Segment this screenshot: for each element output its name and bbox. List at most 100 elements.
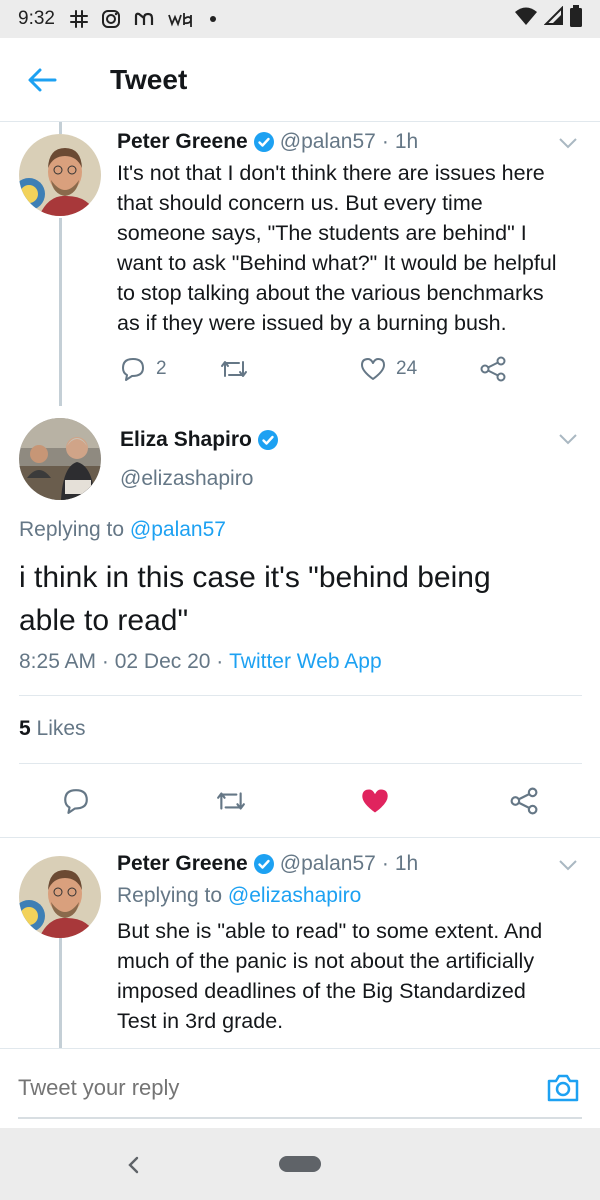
arrow-left-icon (28, 68, 57, 91)
likes-summary[interactable]: 5 Likes (19, 717, 86, 741)
reply-input-underline (18, 1117, 582, 1119)
tweet-text-line: i think in this case it's "behind being (19, 561, 491, 594)
tweet-text-line: someone says, "The students are behind" … (117, 221, 527, 245)
tweet-meta: 8:25 AM · 02 Dec 20 · Twitter Web App (19, 650, 382, 674)
tweet-text-line: imposed deadlines of the Big Standardize… (117, 979, 526, 1003)
replying-to: Replying to @elizashapiro (117, 884, 361, 908)
tweet-actions: 2 24 (120, 354, 520, 384)
tweet-menu-button[interactable] (558, 858, 578, 872)
divider (19, 695, 582, 696)
avatar-eliza-shapiro (19, 418, 101, 500)
like-button-active[interactable] (360, 787, 390, 815)
tweet-source-link[interactable]: Twitter Web App (229, 650, 382, 674)
author-handle[interactable]: @elizashapiro (120, 467, 253, 491)
divider (0, 837, 600, 838)
separator-dot: · (381, 852, 389, 875)
camera-icon (547, 1074, 579, 1102)
instagram-icon (101, 9, 121, 29)
author-name[interactable]: Peter Greene (117, 130, 248, 154)
tweet-text-line: But she is "able to read" to some extent… (117, 919, 543, 943)
tweet-text-line: that should concern us. But every time (117, 191, 483, 215)
likes-label: Likes (36, 717, 86, 740)
app-header: Tweet (0, 38, 600, 122)
tweet-text-line: to stop talking about the various benchm… (117, 281, 544, 305)
like-count: 24 (396, 358, 418, 379)
tweet-text: It's not that I don't think there are is… (117, 158, 587, 338)
replying-to-link[interactable]: @elizashapiro (228, 884, 361, 908)
nav-home-pill[interactable] (279, 1156, 321, 1172)
reply-icon (122, 358, 144, 381)
notification-dot-icon (209, 15, 217, 23)
reply-input[interactable] (18, 1075, 498, 1101)
camera-button[interactable] (546, 1073, 580, 1108)
reply-composer (0, 1048, 600, 1128)
share-button[interactable] (480, 356, 506, 382)
divider (19, 763, 582, 764)
avatar[interactable] (19, 134, 101, 216)
retweet-icon (221, 361, 247, 377)
system-nav-bar (0, 1128, 600, 1200)
retweet-button[interactable] (220, 358, 248, 380)
avatar-peter-greene (19, 134, 101, 216)
tweet-header: Peter Greene @palan57 · 1h (117, 130, 418, 154)
tweet-text: But she is "able to read" to some extent… (117, 916, 587, 1036)
reply-button[interactable] (62, 787, 90, 815)
thread-line-top (59, 122, 62, 134)
tweet-text: i think in this case it's "behind being … (19, 556, 589, 642)
back-button[interactable] (0, 38, 84, 122)
verified-badge-icon (253, 854, 274, 874)
reply-count: 2 (156, 358, 167, 379)
chevron-down-icon (559, 860, 577, 871)
share-icon (510, 787, 538, 815)
retweet-icon (217, 792, 245, 810)
reply-button[interactable]: 2 (120, 356, 167, 382)
author-name[interactable]: Peter Greene (117, 852, 248, 876)
author-name[interactable]: Eliza Shapiro (120, 428, 252, 452)
chevron-down-icon (559, 434, 577, 445)
share-button[interactable] (510, 787, 538, 815)
tweet-text-line: much of the panic is not about the artif… (117, 949, 535, 973)
heart-filled-icon (362, 789, 388, 813)
likes-count: 5 (19, 717, 31, 740)
tweet-text-line: want to ask "Behind what?" It would be h… (117, 251, 557, 275)
separator-dot: · (381, 130, 389, 153)
chevron-down-icon (559, 138, 577, 149)
replying-to-link[interactable]: @palan57 (130, 518, 226, 542)
author-handle[interactable]: @palan57 (280, 130, 376, 154)
status-bar: 9:32 (0, 0, 600, 38)
tweet-time: 1h (394, 852, 419, 875)
status-time: 9:32 (18, 8, 55, 29)
washington-post-icon (167, 9, 197, 29)
nav-back-button[interactable] (118, 1150, 148, 1180)
replying-prefix: Replying to (19, 518, 125, 541)
tweet-timestamp: 8:25 AM · 02 Dec 20 · (19, 650, 224, 673)
replying-prefix: Replying to (117, 884, 223, 907)
tweet-text-line: It's not that I don't think there are is… (117, 161, 545, 185)
battery-icon (570, 5, 582, 33)
page-title: Tweet (110, 63, 188, 95)
tweet-menu-button[interactable] (558, 136, 578, 150)
verified-badge-icon (257, 430, 278, 450)
slack-icon (69, 9, 89, 29)
avatar[interactable] (19, 418, 101, 500)
thread-line-2 (59, 938, 62, 1048)
cell-signal-icon (543, 5, 564, 32)
replying-to: Replying to @palan57 (19, 518, 226, 542)
share-icon (480, 356, 506, 382)
author-handle-row: @elizashapiro (120, 467, 253, 491)
tweet-text-line: Test in 3rd grade. (117, 1009, 284, 1033)
avatar-peter-greene (19, 856, 101, 938)
like-button[interactable]: 24 (360, 357, 417, 381)
thread-line-1 (59, 218, 62, 406)
tweet-time: 1h (394, 130, 419, 153)
verified-badge-icon (253, 132, 274, 152)
retweet-button[interactable] (216, 789, 246, 813)
author-handle[interactable]: @palan57 (280, 852, 376, 876)
chevron-left-icon (128, 1156, 139, 1174)
nytimes-icon (133, 9, 155, 29)
tweet-header: Peter Greene @palan57 · 1h (117, 852, 418, 876)
heart-icon (361, 358, 385, 380)
tweet-header: Eliza Shapiro (120, 428, 284, 452)
tweet-menu-button[interactable] (558, 432, 578, 446)
avatar[interactable] (19, 856, 101, 938)
